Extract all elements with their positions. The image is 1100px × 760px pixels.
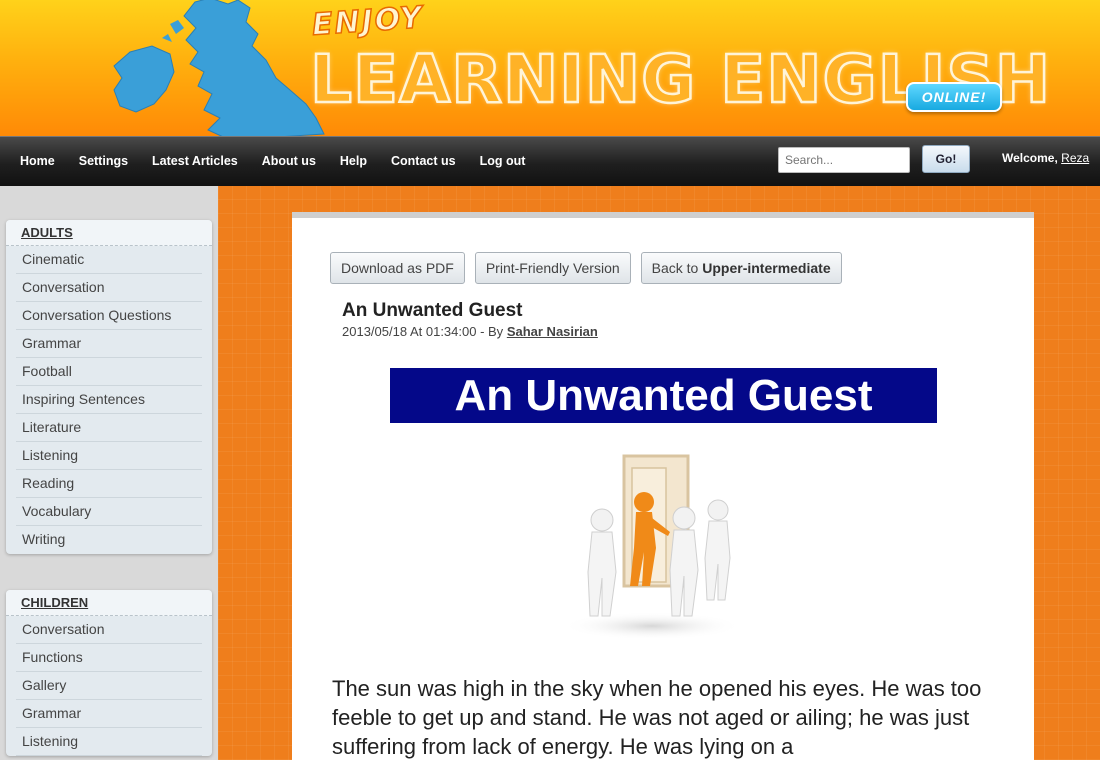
article-toolbar: Download as PDF Print-Friendly Version B… (330, 252, 852, 284)
unwanted-guest-illustration (562, 454, 742, 640)
author-link[interactable]: Sahar Nasirian (507, 324, 598, 339)
sidebar-item-writing[interactable]: Writing (16, 526, 202, 554)
nav-links: Home Settings Latest Articles About us H… (8, 137, 537, 185)
nav-home[interactable]: Home (8, 154, 67, 168)
main-area: Download as PDF Print-Friendly Version B… (218, 186, 1100, 760)
sidebar-item-cinematic[interactable]: Cinematic (16, 246, 202, 274)
nav-log-out[interactable]: Log out (468, 154, 538, 168)
sidebar-item-vocabulary[interactable]: Vocabulary (16, 498, 202, 526)
sidebar-item-conversation[interactable]: Conversation (16, 274, 202, 302)
children-heading[interactable]: CHILDREN (6, 590, 212, 616)
welcome-message: Welcome, Reza (1002, 151, 1089, 165)
sidebar-item-children-functions[interactable]: Functions (16, 644, 202, 672)
site-header: ENJOY LEARNING ENGLISH ONLINE! (0, 0, 1100, 136)
back-to-level-button[interactable]: Back to Upper-intermediate (640, 252, 842, 284)
article-panel: Download as PDF Print-Friendly Version B… (292, 212, 1034, 760)
sidebar-item-children-gallery[interactable]: Gallery (16, 672, 202, 700)
children-menu: CHILDREN Conversation Functions Gallery … (6, 590, 212, 756)
nav-latest-articles[interactable]: Latest Articles (140, 154, 250, 168)
back-target: Upper-intermediate (702, 260, 831, 276)
nav-help[interactable]: Help (328, 154, 379, 168)
sidebar: ADULTS Cinematic Conversation Conversati… (0, 186, 218, 760)
article-title-banner: An Unwanted Guest (390, 368, 937, 423)
sidebar-item-football[interactable]: Football (16, 358, 202, 386)
online-badge: ONLINE! (906, 82, 1002, 112)
sidebar-item-inspiring-sentences[interactable]: Inspiring Sentences (16, 386, 202, 414)
sidebar-item-children-listening[interactable]: Listening (16, 728, 202, 756)
username-link[interactable]: Reza (1061, 151, 1089, 165)
back-prefix: Back to (651, 260, 699, 276)
sidebar-item-children-conversation[interactable]: Conversation (16, 616, 202, 644)
search-go-button[interactable]: Go! (922, 145, 970, 173)
nav-settings[interactable]: Settings (67, 154, 140, 168)
article-title: An Unwanted Guest (342, 300, 523, 321)
sidebar-item-listening[interactable]: Listening (16, 442, 202, 470)
sidebar-item-children-grammar[interactable]: Grammar (16, 700, 202, 728)
sidebar-item-reading[interactable]: Reading (16, 470, 202, 498)
article-meta: 2013/05/18 At 01:34:00 - By Sahar Nasiri… (342, 324, 598, 339)
welcome-text: Welcome, (1002, 151, 1058, 165)
sidebar-item-literature[interactable]: Literature (16, 414, 202, 442)
nav-about-us[interactable]: About us (250, 154, 328, 168)
article-date: 2013/05/18 At 01:34:00 - By (342, 324, 504, 339)
adults-menu: ADULTS Cinematic Conversation Conversati… (6, 220, 212, 554)
download-pdf-button[interactable]: Download as PDF (330, 252, 465, 284)
main-navigation: Home Settings Latest Articles About us H… (0, 136, 1100, 186)
article-body: The sun was high in the sky when he open… (332, 676, 982, 759)
nav-contact-us[interactable]: Contact us (379, 154, 468, 168)
search-input[interactable] (778, 147, 910, 173)
print-friendly-button[interactable]: Print-Friendly Version (474, 252, 631, 284)
adults-heading[interactable]: ADULTS (6, 220, 212, 246)
sidebar-item-conversation-questions[interactable]: Conversation Questions (16, 302, 202, 330)
enjoy-tagline: ENJOY (310, 0, 425, 44)
uk-map-logo (113, 0, 325, 136)
sidebar-item-grammar[interactable]: Grammar (16, 330, 202, 358)
